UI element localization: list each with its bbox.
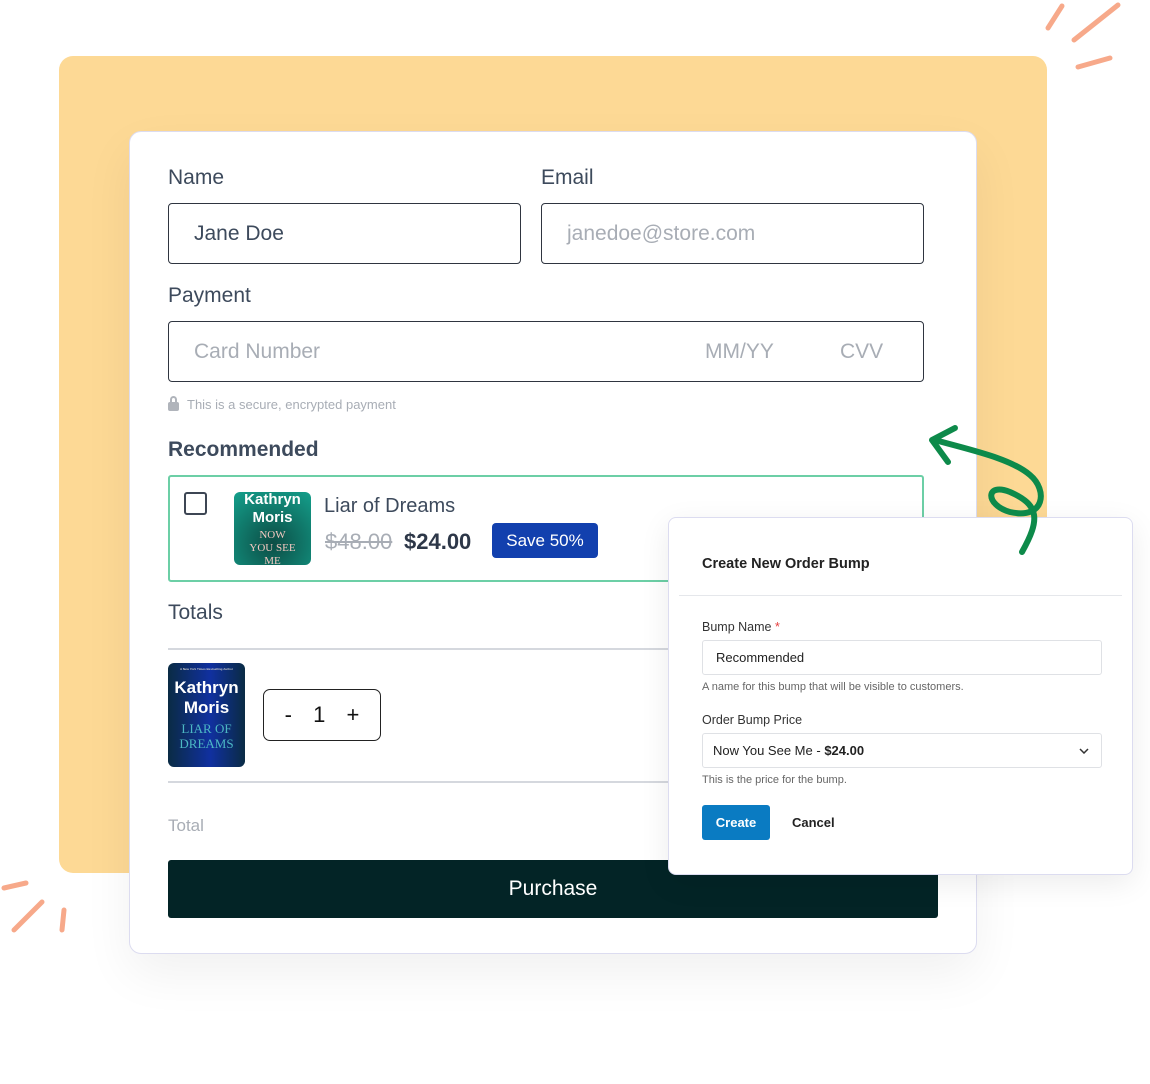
increment-button[interactable]: + [347,702,360,728]
name-input[interactable]: Jane Doe [168,203,521,264]
cover-author: Moris [183,698,230,717]
bump-name-label: Bump Name * [702,620,780,634]
product-title: Liar of Dreams [324,495,456,517]
email-label: Email [541,166,594,189]
recommended-heading: Recommended [168,438,319,461]
price-help: This is the price for the bump. [702,774,847,786]
secure-note: This is a secure, encrypted payment [168,396,396,412]
chevron-down-icon [1079,747,1089,754]
old-price: $48.00 [325,529,393,554]
card-number-placeholder: Card Number [194,339,321,363]
cover-title: NOW [259,529,286,541]
bump-name-input[interactable]: Recommended [702,640,1102,675]
cover-title: YOU SEE [249,542,296,554]
new-price: $24.00 [404,529,472,554]
email-input[interactable]: janedoe@store.com [541,203,924,264]
modal-title: Create New Order Bump [702,556,870,572]
cvv-placeholder[interactable]: CVV [840,340,883,364]
bump-name-help: A name for this bump that will be visibl… [702,681,964,693]
bump-name-label-text: Bump Name [702,620,772,634]
order-bump-checkbox[interactable] [184,492,207,515]
quantity-stepper[interactable]: - 1 + [263,689,381,741]
create-order-bump-modal: Create New Order Bump Bump Name * Recomm… [668,517,1133,875]
cover-title: LIAR OF [181,721,232,736]
create-button[interactable]: Create [702,805,770,840]
cover-author: Moris [252,509,293,526]
save-badge: Save 50% [492,523,598,558]
book-cover-liar-of-dreams: A New York Times Bestselling Author Kath… [168,663,245,767]
cover-title: DREAMS [179,736,234,751]
price-label: Order Bump Price [702,713,803,727]
email-placeholder: janedoe@store.com [567,221,756,245]
cancel-button[interactable]: Cancel [792,815,835,830]
total-label: Total [168,816,204,835]
price-value: $24.00 [824,743,865,758]
cover-title: ME [264,555,281,566]
cover-tagline: A New York Times Bestselling Author [179,667,234,671]
secure-note-text: This is a secure, encrypted payment [187,397,396,412]
quantity-value: 1 [313,702,326,727]
required-mark: * [774,620,780,634]
name-label: Name [168,166,225,189]
expiry-placeholder[interactable]: MM/YY [705,340,774,364]
lock-icon [168,396,179,411]
price-select[interactable]: Now You See Me - $24.00 [702,733,1102,768]
name-value: Jane Doe [194,221,284,245]
payment-label: Payment [168,284,251,307]
bump-name-value: Recommended [716,650,805,665]
cover-author: Kathryn [174,678,239,697]
book-cover-now-you-see-me: Kathryn Moris NOW YOU SEE ME [234,492,311,565]
totals-heading: Totals [168,601,223,624]
decrement-button[interactable]: - [285,702,292,728]
modal-divider [679,595,1122,596]
card-input[interactable]: Card Number MM/YY CVV [168,321,924,382]
cover-author: Kathryn [244,492,301,508]
price-product: Now You See Me - [713,743,821,758]
